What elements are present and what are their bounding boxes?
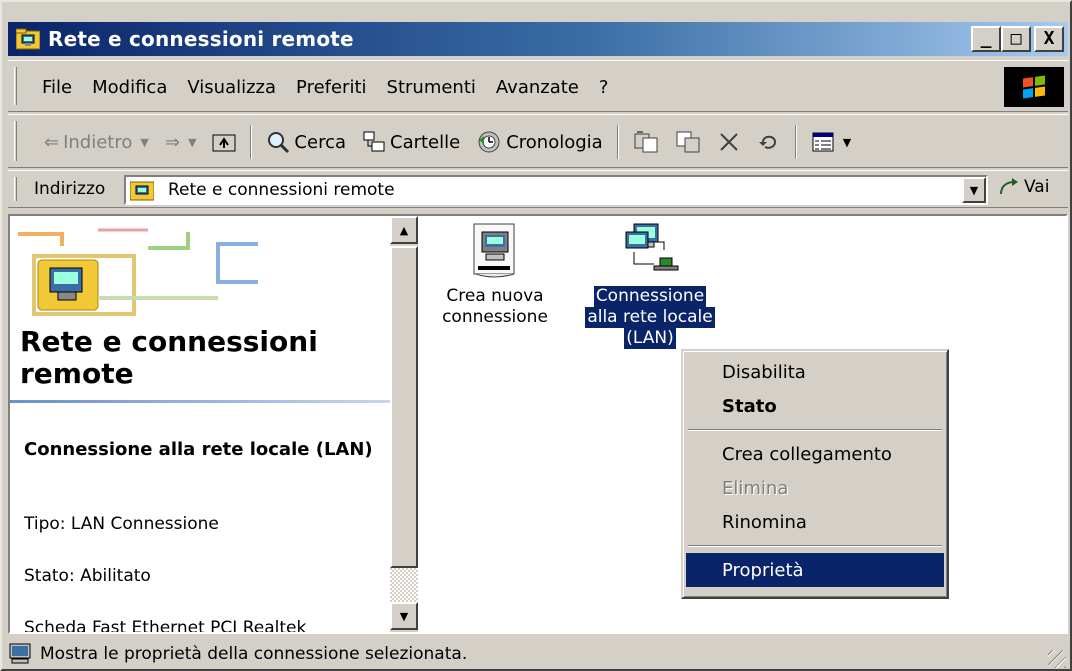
copy-to-button[interactable]	[667, 125, 709, 159]
move-to-icon	[634, 131, 658, 153]
lan-connection-icon	[625, 223, 679, 271]
lan-connection-label-3: (LAN)	[624, 328, 676, 349]
go-label: Vai	[1024, 177, 1050, 197]
forward-arrow-icon: ⇒	[164, 131, 180, 153]
title-bar[interactable]: Rete e connessioni remote _ □ X	[8, 22, 1068, 56]
go-button[interactable]: Vai	[998, 177, 1049, 197]
windows-logo-icon	[1004, 67, 1064, 107]
search-button[interactable]: Cerca	[258, 125, 354, 159]
web-view-pane: Rete e connessioni remote Connessione al…	[10, 216, 390, 632]
new-connection-label-2: connessione	[442, 307, 548, 327]
standard-toolbar: ⇐ Indietro ▼ ⇒ ▼ Cerca Cartelle Cronolog…	[8, 114, 1068, 168]
lan-connection-label-1: Connessione	[593, 286, 707, 307]
network-banner-graphic	[18, 228, 258, 316]
computer-status-icon	[9, 643, 31, 664]
resize-grip[interactable]	[1048, 650, 1066, 668]
maximize-button[interactable]: □	[1001, 26, 1031, 52]
history-label: Cronologia	[506, 131, 603, 153]
forward-dropdown-icon[interactable]: ▼	[188, 136, 196, 149]
lan-connection-item[interactable]: Connessione alla rete locale (LAN)	[570, 222, 730, 349]
delete-icon	[719, 133, 738, 151]
menu-tools[interactable]: Strumenti	[377, 73, 486, 102]
menu-item-disable[interactable]: Disabilita	[686, 355, 944, 389]
window-title: Rete e connessioni remote	[48, 27, 354, 51]
toolbar-grip[interactable]	[14, 121, 17, 161]
toolbar-separator	[794, 125, 797, 159]
up-folder-button[interactable]	[204, 125, 244, 159]
folders-icon	[363, 131, 385, 152]
pane-divider	[10, 400, 390, 403]
new-connection-icon	[473, 223, 515, 278]
folders-label: Cartelle	[390, 131, 461, 153]
status-text: Mostra le proprietà della connessione se…	[40, 644, 468, 664]
network-folder-icon	[129, 179, 155, 201]
menu-edit[interactable]: Modifica	[82, 73, 177, 102]
menu-bar: File Modifica Visualizza Preferiti Strum…	[8, 60, 1068, 112]
menu-file[interactable]: File	[38, 73, 82, 102]
connection-status: Stato: Abilitato	[24, 566, 151, 586]
go-arrow-icon	[1000, 178, 1018, 195]
close-button[interactable]: X	[1034, 26, 1064, 52]
connection-type: Tipo: LAN Connessione	[24, 514, 219, 534]
menu-item-create-shortcut[interactable]: Crea collegamento	[686, 437, 944, 471]
menu-help[interactable]: ?	[589, 73, 619, 102]
left-pane-scrollbar[interactable]: ▲ ▼	[390, 216, 418, 632]
toolbar-separator	[616, 125, 619, 159]
address-bar: Indirizzo Rete e connessioni remote ▼ Va…	[8, 170, 1068, 208]
menu-favorites[interactable]: Preferiti	[286, 73, 377, 102]
lan-connection-label-2: alla rete locale	[585, 307, 715, 328]
status-bar: Mostra le proprietà della connessione se…	[8, 638, 1068, 670]
minimize-button[interactable]: _	[971, 26, 1001, 52]
views-icon	[812, 132, 834, 152]
menu-item-properties[interactable]: Proprietà	[686, 553, 944, 587]
address-input[interactable]: Rete e connessioni remote ▼	[124, 175, 988, 205]
views-button[interactable]: ▼	[803, 125, 859, 159]
address-dropdown-button[interactable]: ▼	[962, 177, 986, 203]
back-arrow-icon: ⇐	[44, 131, 60, 153]
context-menu: Disabilita Stato Crea collegamento Elimi…	[681, 349, 949, 599]
menu-separator	[688, 429, 942, 431]
search-icon	[268, 132, 290, 154]
scroll-thumb[interactable]	[390, 246, 418, 568]
new-connection-label-1: Crea nuova	[446, 286, 544, 306]
addressbar-grip[interactable]	[14, 177, 17, 201]
address-value: Rete e connessioni remote	[168, 180, 395, 200]
up-folder-icon	[212, 134, 236, 152]
menu-item-rename[interactable]: Rinomina	[686, 505, 944, 539]
explorer-window: Rete e connessioni remote _ □ X File Mod…	[0, 0, 1072, 671]
menu-item-delete: Elimina	[722, 477, 789, 499]
menu-advanced[interactable]: Avanzate	[486, 73, 589, 102]
scroll-up-button[interactable]: ▲	[390, 216, 418, 244]
scroll-down-button[interactable]: ▼	[390, 602, 418, 630]
undo-icon	[758, 135, 776, 149]
back-label: Indietro	[63, 131, 133, 153]
connection-adapter: Scheda Fast Ethernet PCI Realtek	[24, 618, 307, 634]
history-icon	[478, 131, 500, 153]
forward-button[interactable]: ⇒ ▼	[157, 125, 205, 159]
address-label: Indirizzo	[34, 179, 106, 199]
search-label: Cerca	[294, 131, 346, 153]
views-dropdown-icon[interactable]: ▼	[843, 136, 851, 149]
folders-button[interactable]: Cartelle	[354, 125, 468, 159]
menu-item-status[interactable]: Stato	[686, 389, 944, 423]
history-button[interactable]: Cronologia	[468, 125, 610, 159]
undo-button[interactable]	[749, 125, 789, 159]
new-connection-item[interactable]: Crea nuova connessione	[430, 222, 560, 328]
move-to-button[interactable]	[625, 125, 667, 159]
pane-title: Rete e connessioni remote	[20, 325, 318, 390]
menu-separator	[688, 545, 942, 547]
scroll-track[interactable]	[390, 568, 418, 604]
back-button[interactable]: ⇐ Indietro ▼	[36, 125, 157, 159]
selected-item-heading: Connessione alla rete locale (LAN)	[24, 439, 373, 460]
network-folder-icon	[15, 28, 41, 50]
menubar-grip[interactable]	[14, 67, 17, 105]
back-dropdown-icon[interactable]: ▼	[140, 136, 148, 149]
menu-view[interactable]: Visualizza	[177, 73, 286, 102]
toolbar-separator	[250, 125, 253, 159]
delete-button[interactable]	[709, 125, 749, 159]
copy-to-icon	[676, 131, 700, 153]
